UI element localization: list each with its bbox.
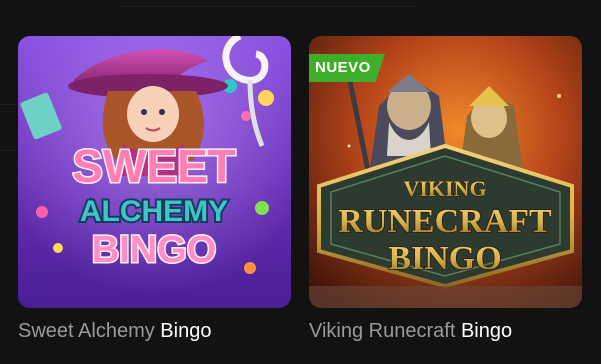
logo-line-3: BINGO [388,240,501,277]
logo-line-2: RUNECRAFT [338,203,552,240]
logo-line-2: ALCHEMY [80,195,228,228]
game-title-tail: Bingo [160,320,212,342]
game-thumbnail-sweet-alchemy-bingo[interactable]: SWEET ALCHEMY BINGO [18,36,291,308]
game-title-tail: Bingo [460,320,513,342]
new-badge: NUEVO [309,54,385,82]
game-title-viking-runecraft-bingo[interactable]: Viking Runecraft Bingo [309,318,582,344]
game-card-sweet-alchemy-bingo[interactable]: SWEET ALCHEMY BINGO Sweet Alchemy Bingo [18,36,291,344]
game-title-main: Viking Runecraft [309,320,456,342]
logo-line-1: VIKING [403,176,486,201]
logo-line-3: BINGO [92,229,217,271]
game-title-main: Sweet Alchemy [18,320,155,342]
sweet-alchemy-artwork: SWEET ALCHEMY BINGO [18,36,291,308]
logo-line-1: SWEET [72,140,236,192]
game-title-sweet-alchemy-bingo[interactable]: Sweet Alchemy Bingo [18,318,291,344]
game-thumbnail-viking-runecraft-bingo[interactable]: VIKING RUNECRAFT BINGO NUEVO [309,36,582,308]
game-card-viking-runecraft-bingo[interactable]: VIKING RUNECRAFT BINGO NUEVO Viking Rune… [309,36,582,344]
